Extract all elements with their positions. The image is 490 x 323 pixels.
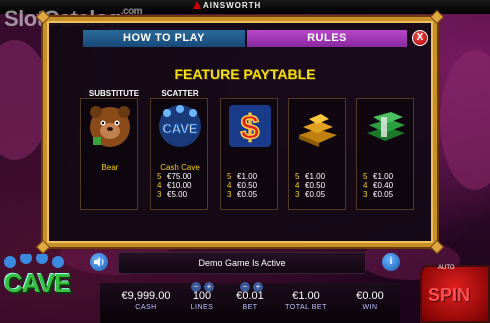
pay-row: 5 €1.00	[227, 172, 281, 181]
pay-count: 3	[227, 190, 232, 199]
pay-amount: €1.00	[237, 172, 258, 181]
pay-amount: €0.50	[237, 181, 258, 190]
close-button[interactable]: X	[412, 30, 428, 46]
pay-count: 4	[363, 181, 368, 190]
paytable-card-gold-bars: 5 €1.00 4 €0.50 3 €0.05	[288, 98, 346, 210]
pay-row: 5 €75.00	[157, 172, 211, 181]
brand-name: AINSWORTH	[193, 1, 261, 10]
pay-amount: €0.05	[373, 190, 394, 199]
autoplay-label[interactable]: AUTO	[438, 265, 455, 271]
paytable-card-cash-stack: 5 €1.00 4 €0.40 3 €0.05	[356, 98, 414, 210]
total-bet-label: TOTAL BET	[285, 304, 327, 311]
cash-label: CASH	[135, 304, 157, 311]
tab-rules[interactable]: RULES	[247, 30, 407, 47]
brand-label: AINSWORTH	[203, 1, 262, 10]
pay-row: 4 €0.50	[295, 181, 349, 190]
svg-text:$: $	[241, 109, 260, 147]
spin-label[interactable]: SPIN	[428, 285, 470, 306]
bet-label: BET	[242, 304, 258, 311]
cash-cave-icon: CAVE	[159, 105, 201, 147]
lines-value: 100	[192, 290, 212, 302]
pay-amount: €10.00	[167, 181, 192, 190]
pay-amount: €1.00	[305, 172, 326, 181]
sound-button[interactable]	[90, 253, 108, 271]
scatter-label: SCATTER	[161, 89, 199, 98]
pay-row: 3 €0.05	[295, 190, 349, 199]
bear-icon	[90, 106, 130, 147]
pay-count: 5	[363, 172, 368, 181]
bet-display: €0.01 BET	[228, 290, 272, 311]
pay-row: 3 €0.05	[227, 190, 281, 199]
pay-count: 5	[157, 172, 162, 181]
lines-display: 100 LINES	[182, 290, 222, 311]
pay-count: 3	[295, 190, 300, 199]
dollar-icon: $	[229, 105, 271, 148]
game-logo-text: CAVE	[4, 268, 71, 298]
pay-row: 4 €10.00	[157, 181, 211, 190]
pay-count: 4	[157, 181, 162, 190]
paytable-card-bear: Bear	[80, 98, 138, 210]
pay-amount: €75.00	[167, 172, 192, 181]
cash-display: €9,999.00 CASH	[110, 290, 182, 311]
pay-count: 4	[295, 181, 300, 190]
info-button[interactable]: i	[382, 253, 400, 271]
pay-row: 3 €0.05	[363, 190, 417, 199]
brand-logo-icon	[193, 1, 201, 9]
status-message: Demo Game Is Active	[118, 252, 366, 274]
pay-row: 5 €1.00	[363, 172, 417, 181]
pay-amount: €0.05	[305, 190, 326, 199]
svg-text:CAVE: CAVE	[162, 121, 197, 136]
pay-count: 3	[157, 190, 162, 199]
total-bet-value: €1.00	[292, 290, 320, 302]
paytable-card-cash-cave: CAVE Cash Cave 5 €75.00 4 €10.00 3 €5.00	[150, 98, 208, 210]
total-bet-display: €1.00 TOTAL BET	[280, 290, 332, 311]
tab-how-to-play[interactable]: HOW TO PLAY	[83, 30, 245, 47]
win-value: €0.00	[356, 290, 384, 302]
cash-value: €9,999.00	[121, 290, 171, 302]
pay-amount: €1.00	[373, 172, 394, 181]
pay-count: 5	[227, 172, 232, 181]
bet-value: €0.01	[236, 290, 264, 302]
win-label: WIN	[362, 304, 378, 311]
speaker-icon	[94, 257, 104, 267]
gold-bars-icon	[299, 114, 337, 147]
rock-decoration	[440, 50, 490, 190]
help-tabs: HOW TO PLAY RULES	[83, 30, 409, 47]
symbol-name: Bear	[101, 163, 119, 172]
pay-row: 5 €1.00	[295, 172, 349, 181]
pay-amount: €0.50	[305, 181, 326, 190]
pay-row: 4 €0.50	[227, 181, 281, 190]
pay-row: 3 €5.00	[157, 190, 211, 199]
cash-stack-icon	[367, 112, 405, 141]
paytable-title: FEATURE PAYTABLE	[174, 66, 316, 82]
pay-count: 3	[363, 190, 368, 199]
paytable-card-dollar: $ 5 €1.00 4 €0.50 3 €0.05	[220, 98, 278, 210]
lines-label: LINES	[190, 304, 214, 311]
watermark-suffix: .com	[120, 6, 143, 17]
win-display: €0.00 WIN	[345, 290, 395, 311]
pay-count: 4	[227, 181, 232, 190]
pay-row: 4 €0.40	[363, 181, 417, 190]
pay-amount: €0.40	[373, 181, 394, 190]
symbol-name: Cash Cave	[160, 163, 200, 172]
pay-amount: €5.00	[167, 190, 188, 199]
pay-count: 5	[295, 172, 300, 181]
pay-amount: €0.05	[237, 190, 258, 199]
